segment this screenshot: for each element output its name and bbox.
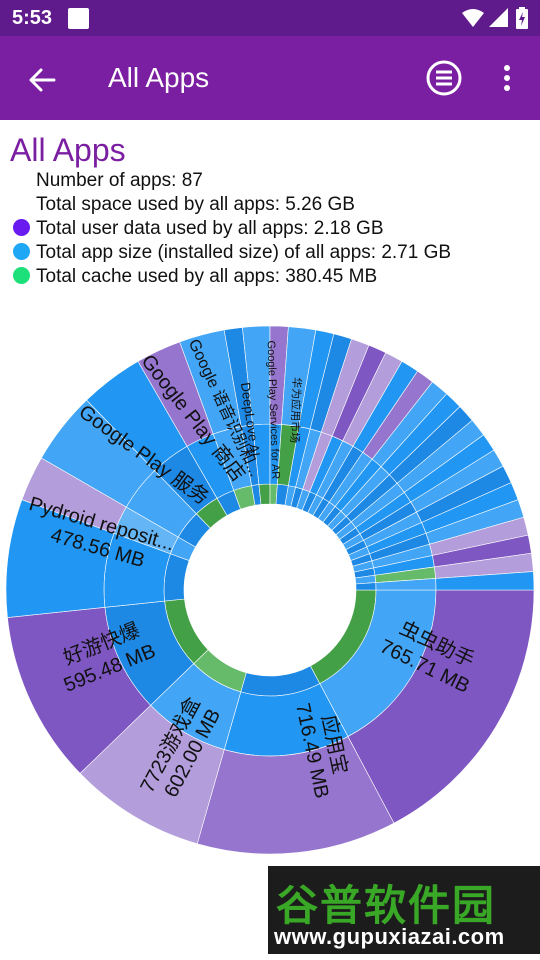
app-bar-title: All Apps [108, 62, 210, 93]
battery-icon [516, 7, 528, 29]
total-space-text: Total space used by all apps: 5.26 GB [36, 194, 355, 215]
app-bar: All Apps [0, 36, 540, 120]
user-data-legend-dot [13, 219, 30, 236]
wifi-icon [462, 9, 484, 27]
signal-icon [489, 8, 508, 27]
list-menu-icon[interactable] [424, 58, 464, 98]
chart-center-hole [184, 504, 356, 676]
more-options-icon[interactable] [494, 58, 520, 98]
cache-text: Total cache used by all apps: 380.45 MB [36, 266, 378, 287]
watermark-url-text: www.gupuxiazai.com [274, 924, 505, 949]
num-apps-text: Number of apps: 87 [36, 170, 203, 191]
segment-huawei-inner[interactable] [258, 483, 271, 505]
back-arrow-icon[interactable] [22, 60, 62, 100]
watermark: 谷普软件园 www.gupuxiazai.com [268, 866, 540, 954]
status-time: 5:53 [12, 7, 53, 29]
status-bar: 5:53 [0, 0, 540, 36]
app-size-legend-dot [13, 243, 30, 260]
user-data-text: Total user data used by all apps: 2.18 G… [36, 218, 384, 239]
notification-icon [68, 8, 89, 29]
summary-heading: All Apps [10, 132, 126, 168]
segment-v-inner[interactable] [355, 582, 377, 591]
app-size-text: Total app size (installed size) of all a… [36, 242, 452, 263]
cache-legend-dot [13, 267, 30, 284]
storage-sunburst-chart[interactable]: 虫虫助手 765.71 MB 应用宝 716.49 MB 7723游戏盒 602… [0, 320, 540, 860]
